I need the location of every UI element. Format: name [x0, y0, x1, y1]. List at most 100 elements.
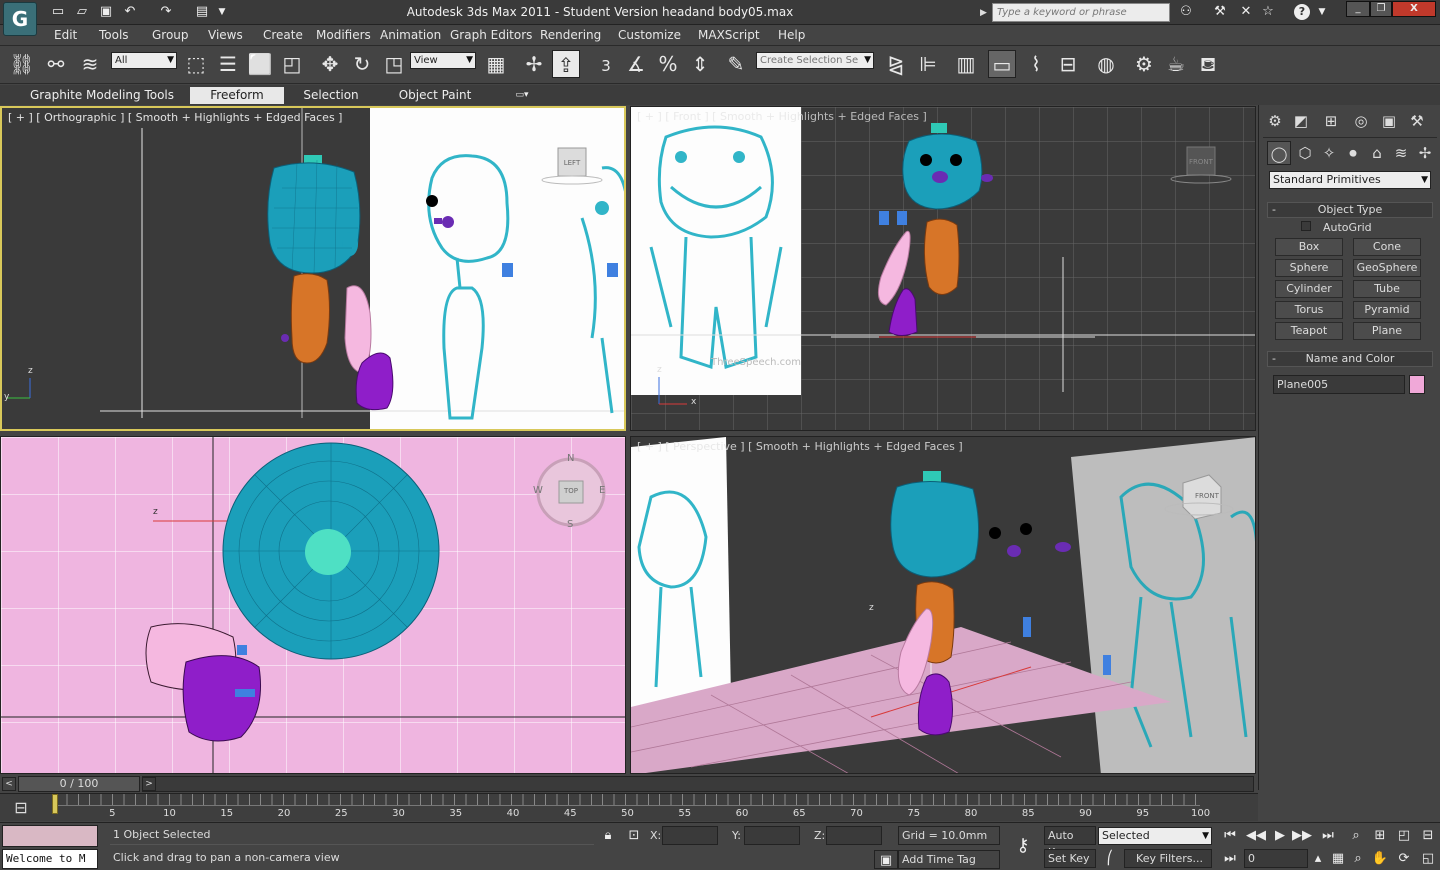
- geometry-icon[interactable]: ◯: [1267, 141, 1291, 165]
- mirror-icon[interactable]: ⧎: [882, 50, 910, 78]
- current-frame-input[interactable]: 0: [1244, 849, 1308, 868]
- helpers-icon[interactable]: ⌂: [1365, 141, 1389, 165]
- torus-button[interactable]: Torus: [1275, 301, 1343, 319]
- view-cube-label[interactable]: LEFT: [560, 159, 584, 167]
- move-icon[interactable]: ✥: [316, 50, 344, 78]
- next-frame-icon[interactable]: ▶▶: [1290, 826, 1314, 845]
- menu-maxscript[interactable]: MAXScript: [698, 28, 760, 42]
- menu-modifiers[interactable]: Modifiers: [316, 28, 371, 42]
- pyramid-button[interactable]: Pyramid: [1353, 301, 1421, 319]
- unlink-icon[interactable]: ⚯: [42, 50, 70, 78]
- geosphere-button[interactable]: GeoSphere: [1353, 259, 1421, 277]
- default-tangents-icon[interactable]: ⎛: [1098, 849, 1122, 868]
- time-tag-icon[interactable]: ▣: [874, 850, 898, 869]
- menu-group[interactable]: Group: [152, 28, 189, 42]
- tools-icon[interactable]: ✕: [1236, 3, 1256, 21]
- select-and-link-icon[interactable]: ⛓: [8, 50, 36, 78]
- viewport-perspective[interactable]: [ + ] [ Perspective ] [ Smooth + Highlig…: [630, 436, 1256, 774]
- maxscript-listener-box[interactable]: [2, 825, 98, 847]
- menu-tools[interactable]: Tools: [99, 28, 129, 42]
- menu-views[interactable]: Views: [208, 28, 243, 42]
- open-file-icon[interactable]: ▱: [72, 3, 92, 21]
- selection-filter-dropdown[interactable]: All ▼: [111, 52, 177, 69]
- hierarchy-tab-icon[interactable]: ⊞: [1319, 109, 1343, 133]
- rotate-icon[interactable]: ↻: [348, 50, 376, 78]
- settings-gear-icon[interactable]: ⚙: [1263, 109, 1287, 133]
- layer-manager-icon[interactable]: ▥: [952, 50, 980, 78]
- x-coordinate-input[interactable]: [662, 826, 718, 845]
- angle-snap-icon[interactable]: ∡: [622, 50, 650, 78]
- ribbon-options-icon[interactable]: ▭▾: [508, 87, 536, 104]
- view-cube-label[interactable]: FRONT: [1189, 158, 1213, 166]
- menu-graph-editors[interactable]: Graph Editors: [450, 28, 532, 42]
- time-slider-thumb[interactable]: 0 / 100: [18, 776, 140, 792]
- app-logo-icon[interactable]: G: [3, 2, 37, 36]
- save-file-icon[interactable]: ▣: [96, 3, 116, 21]
- trackbar-current-frame[interactable]: [52, 794, 58, 814]
- select-manipulate-icon[interactable]: ✢: [520, 50, 548, 78]
- favorites-star-icon[interactable]: ☆: [1258, 3, 1278, 21]
- spinner-snap-icon[interactable]: ⇕: [686, 50, 714, 78]
- time-configuration-icon[interactable]: ▴: [1310, 849, 1326, 868]
- z-coordinate-input[interactable]: [826, 826, 882, 845]
- previous-frame-icon[interactable]: ◀◀: [1244, 826, 1268, 845]
- menu-create[interactable]: Create: [263, 28, 303, 42]
- box-button[interactable]: Box: [1275, 238, 1343, 256]
- cameras-icon[interactable]: ⏺: [1341, 141, 1365, 165]
- shapes-icon[interactable]: ⬡: [1293, 141, 1317, 165]
- time-slider-prev-icon[interactable]: <: [2, 777, 16, 791]
- schematic-view-icon[interactable]: ⊟: [1054, 50, 1082, 78]
- time-slider-track[interactable]: [142, 776, 1254, 792]
- keyboard-shortcut-override-icon[interactable]: ⇪: [552, 50, 580, 78]
- percent-snap-icon[interactable]: %: [654, 50, 682, 78]
- motion-tab-icon[interactable]: ◎: [1349, 109, 1373, 133]
- menu-edit[interactable]: Edit: [54, 28, 77, 42]
- object-name-input[interactable]: Plane005: [1273, 375, 1405, 394]
- autogrid-checkbox[interactable]: [1301, 221, 1311, 231]
- mini-curve-editor-icon[interactable]: ⊟: [8, 798, 34, 818]
- reference-coordinate-dropdown[interactable]: View ▼: [410, 52, 476, 69]
- named-selection-dropdown[interactable]: Create Selection Se ▼: [756, 52, 874, 69]
- viewport-label[interactable]: [ + ] [ Perspective ] [ Smooth + Highlig…: [637, 440, 963, 453]
- maximize-viewport-icon[interactable]: ◱: [1416, 849, 1440, 868]
- search-input[interactable]: Type a keyword or phrase: [992, 3, 1170, 22]
- lights-icon[interactable]: ✧: [1317, 141, 1341, 165]
- set-key-mode-icon[interactable]: ⚷: [1008, 836, 1038, 855]
- viewport-front[interactable]: [ + ] [ Front ] [ Smooth + Highlights + …: [630, 106, 1256, 431]
- viewport-label[interactable]: [ + ] [ Front ] [ Smooth + Highlights + …: [637, 110, 927, 123]
- compass-west[interactable]: W: [533, 485, 543, 496]
- pivot-point-icon[interactable]: ▦: [482, 50, 510, 78]
- viewport-label[interactable]: [ + ] [ Orthographic ] [ Smooth + Highli…: [8, 111, 342, 124]
- auto-key-button[interactable]: Auto Key: [1044, 826, 1096, 859]
- undo-icon[interactable]: ↶: [120, 3, 140, 21]
- new-file-icon[interactable]: ▭: [48, 3, 68, 21]
- edit-named-selection-icon[interactable]: ✎: [722, 50, 750, 78]
- redo-icon[interactable]: ↷: [156, 3, 176, 21]
- systems-icon[interactable]: ✢: [1413, 141, 1437, 165]
- zoom-icon[interactable]: ⌕: [1344, 826, 1368, 845]
- close-window-icon[interactable]: X: [1392, 1, 1436, 17]
- tab-object-paint[interactable]: Object Paint: [394, 87, 476, 104]
- cylinder-button[interactable]: Cylinder: [1275, 280, 1343, 298]
- tab-graphite-modeling-tools[interactable]: Graphite Modeling Tools: [30, 87, 174, 104]
- menu-customize[interactable]: Customize: [618, 28, 681, 42]
- compass-east[interactable]: E: [599, 485, 605, 496]
- viewport-orthographic[interactable]: [ + ] [ Orthographic ] [ Smooth + Highli…: [0, 106, 626, 431]
- minimize-button-icon[interactable]: _: [1346, 1, 1370, 17]
- render-production-icon[interactable]: ⛾: [1194, 50, 1222, 78]
- menu-animation[interactable]: Animation: [380, 28, 441, 42]
- zoom-extents-all-icon[interactable]: ⊟: [1416, 826, 1440, 845]
- binoculars-icon[interactable]: ⚇: [1176, 3, 1196, 21]
- view-cube-label[interactable]: FRONT: [1195, 492, 1219, 500]
- key-mode-toggle-icon[interactable]: ⏭: [1218, 849, 1242, 868]
- go-to-start-icon[interactable]: ⏮: [1218, 826, 1242, 845]
- tube-button[interactable]: Tube: [1353, 280, 1421, 298]
- menu-rendering[interactable]: Rendering: [540, 28, 601, 42]
- help-dropdown-icon[interactable]: ▼: [1312, 3, 1332, 21]
- compass-south[interactable]: S: [567, 519, 573, 530]
- go-to-end-icon[interactable]: ⏭: [1316, 826, 1340, 845]
- search-arrow-icon[interactable]: ▶: [980, 5, 992, 21]
- window-crossing-icon[interactable]: ◰: [278, 50, 306, 78]
- track-bar[interactable]: ⊟ 5 10 15 20 25 30 35 40 45 50 55 60 65 70 75 80 85 90 95 1…: [0, 793, 1258, 821]
- menu-help[interactable]: Help: [778, 28, 805, 42]
